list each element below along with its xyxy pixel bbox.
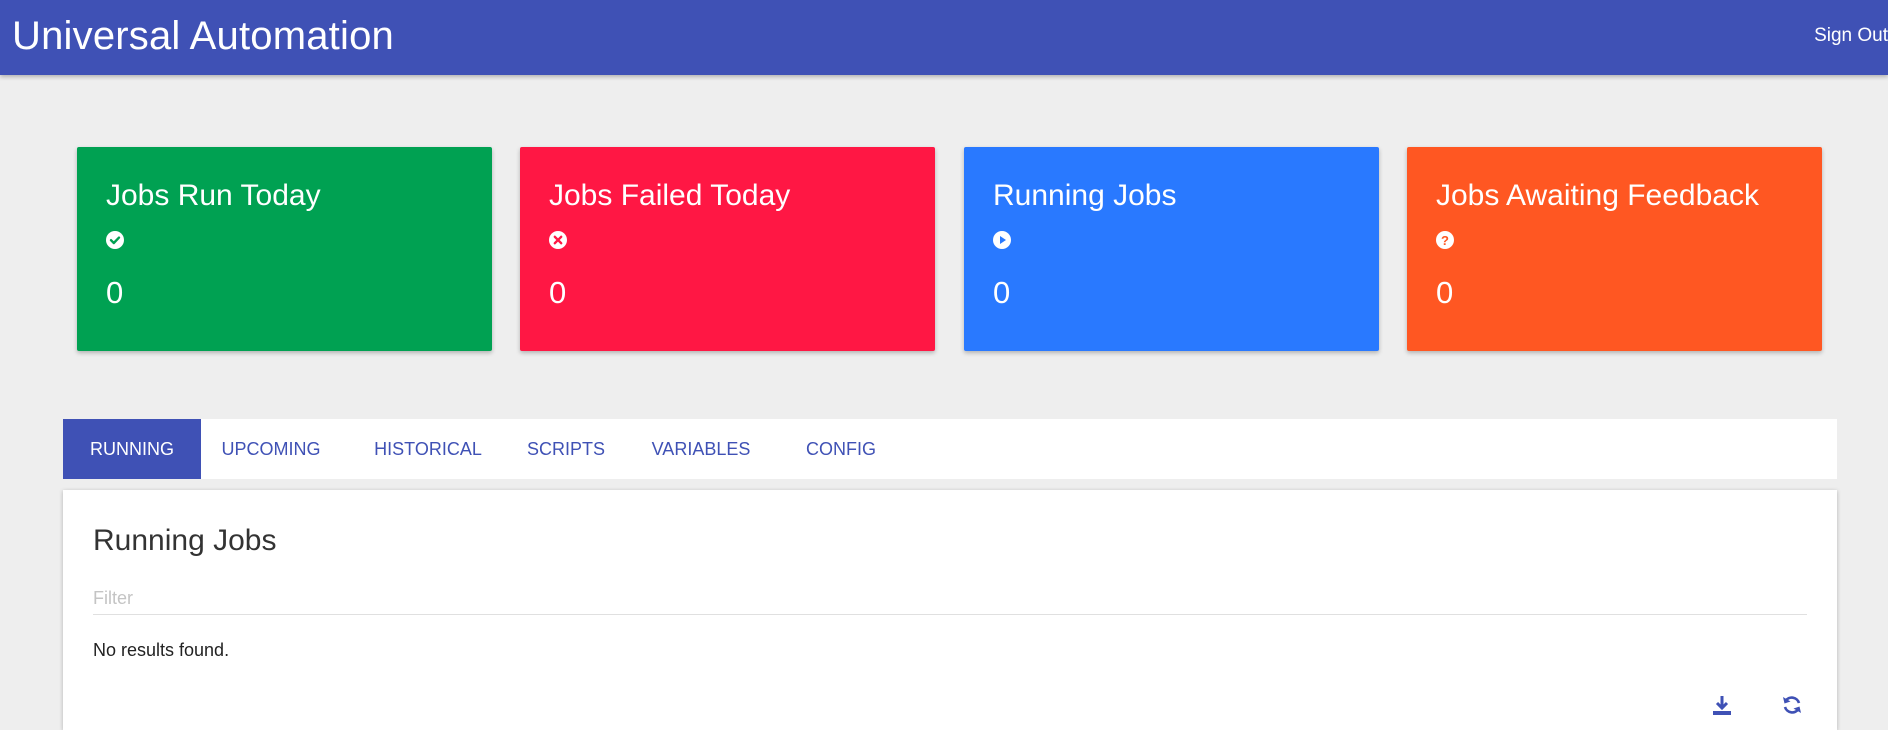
card-jobs-failed-today: Jobs Failed Today 0 xyxy=(520,147,935,351)
question-circle-icon: ? xyxy=(1436,231,1454,249)
tab-running[interactable]: RUNNING xyxy=(63,419,201,479)
card-value: 0 xyxy=(993,275,1011,310)
card-title: Jobs Run Today xyxy=(106,179,321,212)
app-bar: Universal Automation Sign Out xyxy=(0,0,1888,75)
empty-message: No results found. xyxy=(93,640,230,660)
card-jobs-run-today: Jobs Run Today 0 xyxy=(77,147,492,351)
card-title: Jobs Failed Today xyxy=(549,179,791,212)
card-title: Running Jobs xyxy=(993,179,1177,212)
download-icon[interactable] xyxy=(1711,694,1733,716)
panel-title: Running Jobs xyxy=(93,524,277,557)
card-value: 0 xyxy=(549,275,567,310)
refresh-icon[interactable] xyxy=(1781,694,1803,716)
app-title: Universal Automation xyxy=(12,14,394,58)
running-jobs-panel: Running Jobs No results found. xyxy=(63,490,1837,730)
check-circle-icon xyxy=(106,231,124,249)
svg-text:?: ? xyxy=(1441,233,1449,248)
tab-historical[interactable]: HISTORICAL xyxy=(353,419,503,479)
play-circle-icon xyxy=(993,231,1011,249)
sign-out-link[interactable]: Sign Out xyxy=(1814,25,1888,47)
tab-variables[interactable]: VARIABLES xyxy=(629,419,773,479)
card-value: 0 xyxy=(1436,275,1454,310)
tab-bar: RUNNING UPCOMING HISTORICAL SCRIPTS VARI… xyxy=(63,419,1837,479)
tab-scripts[interactable]: SCRIPTS xyxy=(503,419,629,479)
tab-upcoming[interactable]: UPCOMING xyxy=(201,419,341,479)
card-value: 0 xyxy=(106,275,124,310)
card-jobs-awaiting-feedback: Jobs Awaiting Feedback ? 0 xyxy=(1407,147,1822,351)
tab-config[interactable]: CONFIG xyxy=(779,419,903,479)
filter-input[interactable] xyxy=(93,582,1807,615)
x-circle-icon xyxy=(549,231,567,249)
card-title: Jobs Awaiting Feedback xyxy=(1436,179,1759,212)
card-running-jobs: Running Jobs 0 xyxy=(964,147,1379,351)
